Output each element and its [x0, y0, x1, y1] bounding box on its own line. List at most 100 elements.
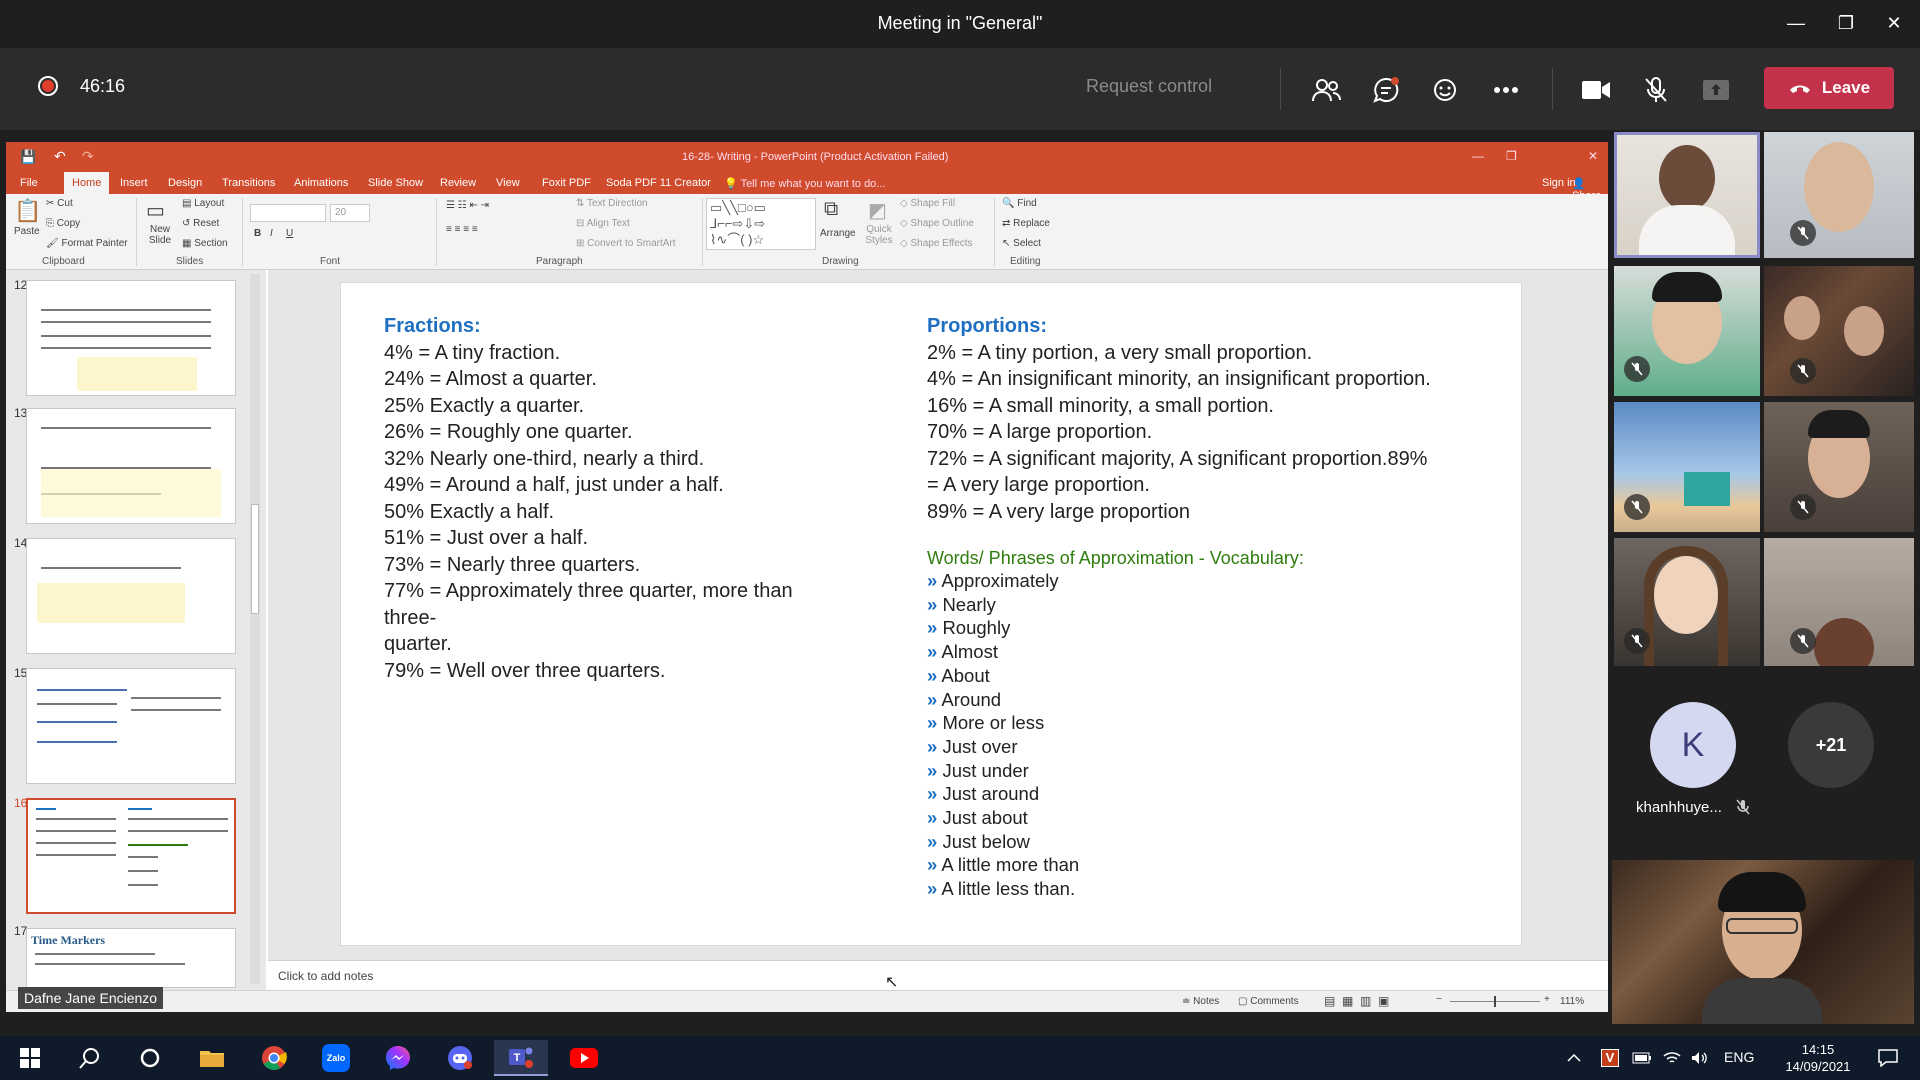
leave-button[interactable]: Leave — [1764, 67, 1894, 109]
arrange-icon[interactable]: ⧉ — [824, 198, 838, 221]
participant-video-active-speaker[interactable] — [1614, 132, 1760, 258]
slide-thumbnail[interactable] — [26, 280, 236, 396]
cut-button[interactable]: ✂ Cut — [46, 198, 73, 209]
ppt-close-icon[interactable]: ✕ — [1588, 149, 1598, 163]
tab-home[interactable]: Home — [64, 172, 110, 194]
font-family-box[interactable] — [250, 204, 326, 222]
participant-video[interactable] — [1614, 538, 1760, 666]
section-button[interactable]: ▦ Section — [182, 238, 228, 249]
select-button[interactable]: ↖ Select — [1002, 238, 1041, 249]
search-icon[interactable] — [66, 1040, 114, 1076]
comments-toggle[interactable]: ▢ Comments — [1238, 996, 1299, 1007]
view-buttons[interactable]: ▤ ▦ ▥ ▣ — [1324, 994, 1389, 1008]
shape-outline-button[interactable]: ◇ Shape Outline — [900, 218, 974, 229]
align-text-button[interactable]: ⊟ Align Text — [576, 218, 630, 229]
chrome-icon[interactable] — [250, 1040, 298, 1076]
chat-icon[interactable] — [1368, 72, 1404, 108]
participants-icon[interactable] — [1308, 72, 1344, 108]
tab-view[interactable]: View — [496, 177, 520, 189]
bold-button[interactable]: B — [254, 228, 261, 239]
share-screen-icon[interactable] — [1698, 72, 1734, 108]
convert-smartart-button[interactable]: ⊞ Convert to SmartArt — [576, 238, 676, 249]
close-button[interactable]: ✕ — [1876, 8, 1912, 38]
participant-video[interactable] — [1764, 266, 1914, 396]
paste-icon[interactable]: 📋 — [14, 198, 41, 224]
messenger-icon[interactable] — [374, 1040, 422, 1076]
more-participants-button[interactable]: +21 — [1788, 702, 1874, 788]
notes-toggle[interactable]: ≐ Notes — [1182, 996, 1219, 1007]
language-indicator[interactable]: ENG — [1724, 1049, 1754, 1065]
app-tray-icon[interactable]: V — [1596, 1040, 1624, 1076]
zoom-level[interactable]: 111% — [1560, 996, 1584, 1007]
show-hidden-icons-icon[interactable] — [1562, 1040, 1586, 1076]
quick-styles-icon[interactable]: ◩ — [868, 198, 887, 223]
teams-icon[interactable]: T — [494, 1040, 548, 1076]
mic-muted-icon[interactable] — [1638, 72, 1674, 108]
reset-button[interactable]: ↺ Reset — [182, 218, 219, 229]
new-slide-button[interactable]: New Slide — [144, 224, 176, 246]
zoom-out-button[interactable]: − — [1436, 994, 1442, 1005]
tab-transitions[interactable]: Transitions — [222, 177, 275, 189]
tab-file[interactable]: File — [20, 177, 38, 189]
participant-video[interactable] — [1614, 266, 1760, 396]
save-icon[interactable]: 💾 — [20, 149, 36, 165]
volume-icon[interactable] — [1686, 1040, 1714, 1076]
camera-icon[interactable] — [1578, 72, 1614, 108]
self-video-preview[interactable] — [1612, 860, 1914, 1024]
thumbs-scrollbar[interactable] — [250, 274, 260, 984]
tab-animations[interactable]: Animations — [294, 177, 348, 189]
tab-review[interactable]: Review — [440, 177, 476, 189]
arrange-button[interactable]: Arrange — [820, 228, 856, 239]
windows-start-icon[interactable] — [6, 1040, 54, 1076]
avatar-k[interactable]: K — [1650, 702, 1736, 788]
slide-thumbnail-selected[interactable] — [26, 798, 236, 914]
zalo-icon[interactable]: Zalo — [312, 1040, 360, 1076]
battery-icon[interactable] — [1628, 1040, 1656, 1076]
notes-pane[interactable]: Click to add notes — [268, 960, 1608, 990]
copy-button[interactable]: ⎘ Copy — [46, 218, 80, 229]
text-direction-button[interactable]: ⇅ Text Direction — [576, 198, 648, 209]
discord-icon[interactable] — [436, 1040, 484, 1076]
new-slide-icon[interactable]: ▭ — [146, 198, 165, 223]
tab-soda-pdf[interactable]: Soda PDF 11 Creator — [606, 177, 711, 189]
ppt-restore-icon[interactable]: ❐ — [1506, 149, 1517, 163]
wifi-icon[interactable] — [1658, 1040, 1686, 1076]
underline-button[interactable]: U — [286, 228, 293, 239]
tab-slide-show[interactable]: Slide Show — [368, 177, 423, 189]
format-painter-button[interactable]: 🖌 Format Painter — [46, 238, 128, 249]
tab-design[interactable]: Design — [168, 177, 202, 189]
bullets-button[interactable]: ☰ ☷ ⇤ ⇥ — [446, 200, 489, 211]
clock[interactable]: 14:15 14/09/2021 — [1778, 1041, 1858, 1075]
align-buttons[interactable]: ≡ ≡ ≡ ≡ — [446, 224, 478, 235]
paste-button[interactable]: Paste — [14, 226, 40, 237]
notifications-icon[interactable] — [1864, 1040, 1912, 1076]
slide-thumbnail[interactable] — [26, 408, 236, 524]
zoom-in-button[interactable]: + — [1544, 994, 1550, 1005]
restore-button[interactable]: ❐ — [1828, 8, 1864, 38]
participant-video[interactable] — [1764, 132, 1914, 258]
tab-foxit-pdf[interactable]: Foxit PDF — [542, 177, 591, 189]
ppt-minimize-icon[interactable]: — — [1472, 149, 1484, 163]
youtube-icon[interactable] — [560, 1040, 608, 1076]
participant-video[interactable] — [1764, 538, 1914, 666]
reactions-icon[interactable] — [1428, 72, 1464, 108]
request-control-button[interactable]: Request control — [1086, 76, 1212, 97]
more-options-icon[interactable] — [1488, 72, 1524, 108]
slide-thumbnail[interactable]: Time Markers — [26, 928, 236, 988]
participant-video[interactable] — [1764, 402, 1914, 532]
undo-icon[interactable]: ↶ — [54, 148, 66, 165]
replace-button[interactable]: ⇄ Replace — [1002, 218, 1050, 229]
quick-styles-button[interactable]: Quick Styles — [864, 224, 894, 246]
shape-fill-button[interactable]: ◇ Shape Fill — [900, 198, 955, 209]
shapes-gallery[interactable]: ▭╲╲□○▭ ⅃⌐⌐⇨⇩⇨ ⌇∿⌒( )☆ — [706, 198, 816, 250]
layout-button[interactable]: ▤ Layout — [182, 198, 224, 209]
task-view-icon[interactable] — [126, 1040, 174, 1076]
tab-insert[interactable]: Insert — [120, 177, 148, 189]
redo-icon[interactable]: ↷ — [82, 148, 94, 165]
font-size-box[interactable]: 20 — [330, 204, 370, 222]
slide-16[interactable]: Fractions: 4% = A tiny fraction. 24% = A… — [340, 282, 1522, 946]
thumbs-scroll-thumb[interactable] — [251, 504, 259, 614]
italic-button[interactable]: I — [270, 228, 273, 239]
tell-me-search[interactable]: 💡 Tell me what you want to do... — [724, 177, 885, 190]
find-button[interactable]: 🔍 Find — [1002, 198, 1037, 209]
